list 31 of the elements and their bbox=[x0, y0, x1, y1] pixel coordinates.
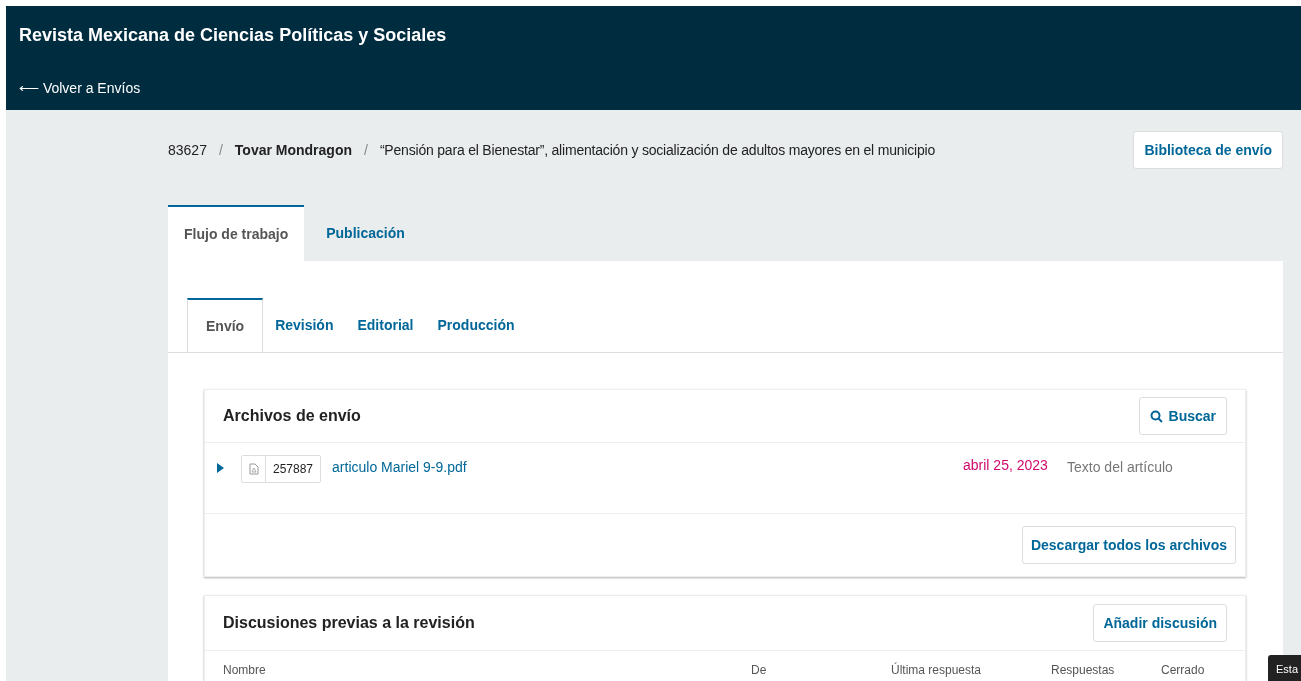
back-link[interactable]: ⟵ Volver a Envíos bbox=[19, 78, 141, 99]
panel-title: Discusiones previas a la revisión bbox=[223, 613, 475, 633]
file-id: 257887 bbox=[272, 461, 315, 478]
tooltip: Esta bbox=[1268, 655, 1301, 681]
column-header: De bbox=[751, 662, 768, 679]
column-header: Última respuesta bbox=[891, 661, 983, 679]
author-name: Tovar Mondragon bbox=[234, 140, 352, 160]
stage-tab[interactable]: Editorial bbox=[345, 298, 426, 352]
download-all-button[interactable]: Descargar todos los archivos bbox=[1021, 526, 1236, 564]
search-icon bbox=[1149, 409, 1163, 423]
column-header: Respuestas bbox=[1051, 662, 1116, 679]
stage-tab[interactable]: Producción bbox=[425, 298, 527, 352]
submission-title: “Pensión para el Bienestar”, alimentación y socialización de adultos mayores en el municipio bbox=[379, 140, 936, 160]
search-button[interactable]: Buscar bbox=[1138, 397, 1227, 435]
library-button[interactable]: Biblioteca de envío bbox=[1133, 131, 1283, 169]
file-link[interactable]: articulo Mariel 9-9.pdf bbox=[332, 457, 467, 478]
site-title: Revista Mexicana de Ciencias Políticas y Sociales bbox=[19, 24, 448, 47]
column-header: Cerrado bbox=[1161, 662, 1206, 679]
tab[interactable]: Publicación bbox=[304, 205, 427, 261]
breadcrumb-separator: / bbox=[364, 140, 368, 160]
stage-tab[interactable]: Envío bbox=[187, 298, 264, 352]
submission-id: 83627 bbox=[168, 140, 207, 160]
file-type: Texto del artículo bbox=[1066, 458, 1174, 477]
column-header: Nombre bbox=[223, 662, 267, 679]
stage-tab[interactable]: Revisión bbox=[263, 298, 346, 352]
expand-toggle[interactable] bbox=[217, 463, 225, 473]
add-discussion-button[interactable]: Añadir discusión bbox=[1093, 604, 1227, 642]
tab[interactable]: Flujo de trabajo bbox=[168, 205, 305, 261]
breadcrumb-separator: / bbox=[218, 140, 223, 160]
panel-title: Archivos de envío bbox=[223, 406, 361, 426]
file-date: abril 25, 2023 bbox=[963, 456, 1049, 475]
